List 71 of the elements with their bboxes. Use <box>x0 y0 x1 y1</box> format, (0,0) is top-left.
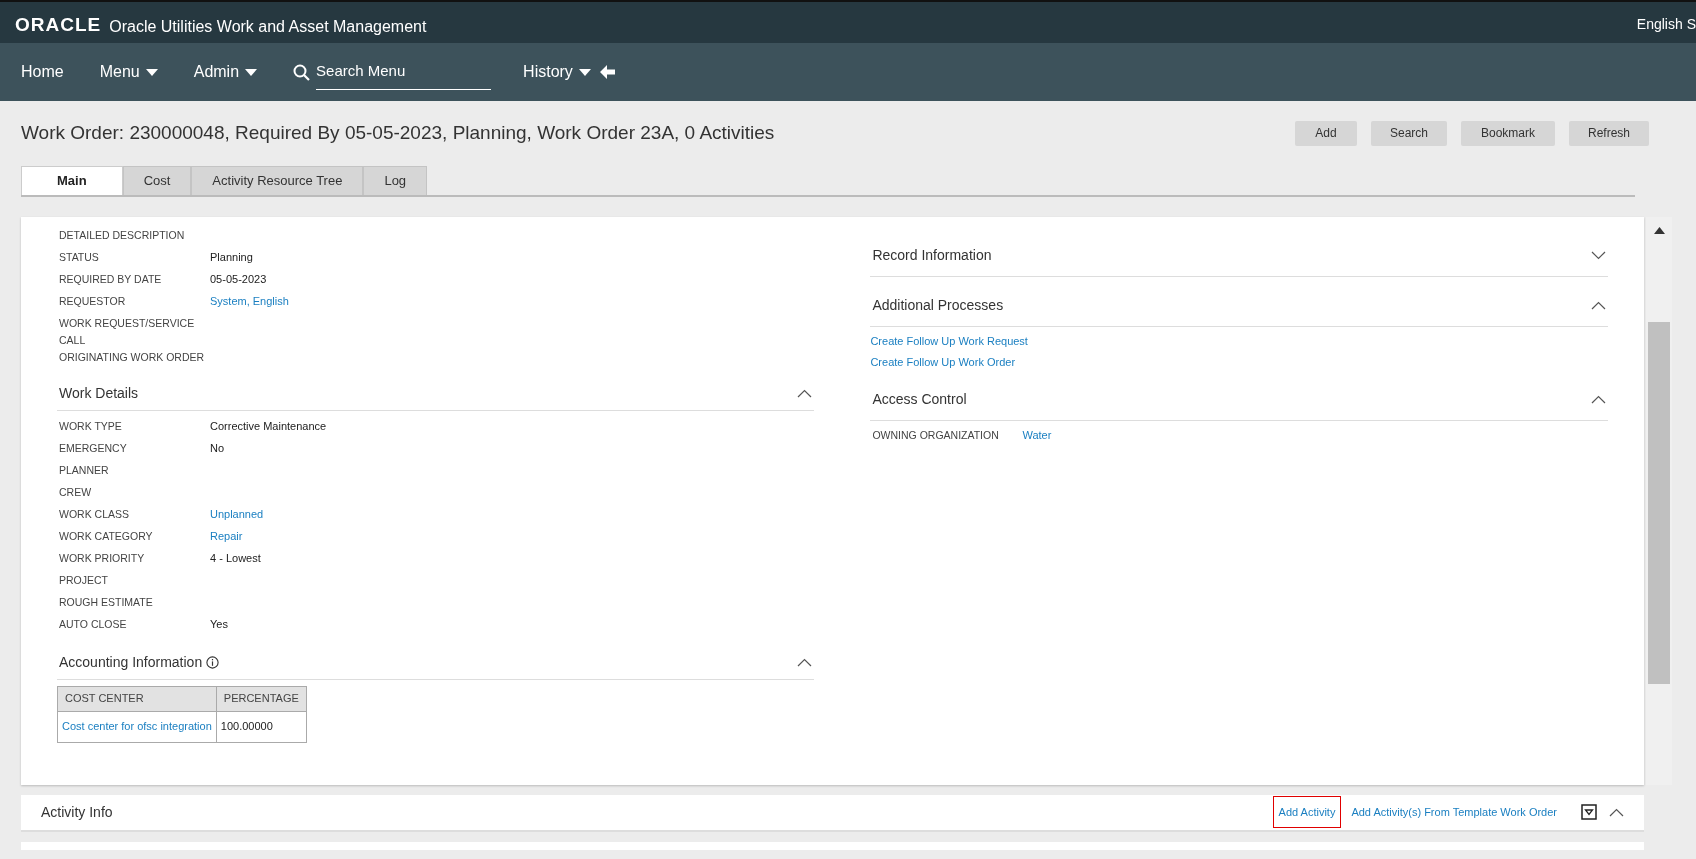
dropdown-box-icon[interactable] <box>1581 804 1597 820</box>
field-value: 05-05-2023 <box>210 271 267 287</box>
toolbar-button[interactable]: Refresh <box>1569 120 1649 146</box>
field-label: ORIGINATING WORK ORDER <box>59 349 206 365</box>
field-label: WORK PRIORITY <box>59 550 146 566</box>
process-link[interactable]: Create Follow Up Work Order <box>870 354 1016 371</box>
brand-logo: ORACLE <box>15 12 102 37</box>
field-value: Yes <box>210 616 228 632</box>
field-label: OWNING ORGANIZATION <box>872 427 1000 443</box>
field-label: AUTO CLOSE <box>59 616 128 632</box>
column-header: COST CENTER <box>57 686 217 711</box>
field-label: WORK CLASS <box>59 506 130 522</box>
column-header: PERCENTAGE <box>216 686 307 711</box>
activity-link[interactable]: Add Activity(s) From Template Work Order <box>1349 803 1559 821</box>
field-label: PLANNER <box>59 462 110 478</box>
nav-menu-item[interactable]: Admin <box>193 60 258 84</box>
tab[interactable]: Activity Resource Tree <box>191 165 364 195</box>
field-label: CREW <box>59 484 93 500</box>
field-link[interactable]: System, English <box>210 292 289 310</box>
field-value: Planning <box>210 249 253 265</box>
tab[interactable]: Cost <box>122 165 192 195</box>
nav-menu-item[interactable]: Home <box>21 60 64 84</box>
toolbar-button[interactable]: Add <box>1295 120 1357 146</box>
field-label: PROJECT <box>59 572 109 588</box>
process-link[interactable]: Create Follow Up Work Request <box>870 332 1028 349</box>
field-label: WORK CATEGORY <box>59 528 154 544</box>
field-value: 4 - Lowest <box>210 550 261 566</box>
field-label: ROUGH ESTIMATE <box>59 594 154 610</box>
field-label: REQUIRED BY DATE <box>59 271 163 287</box>
collapse-chevron-icon[interactable] <box>1591 394 1606 404</box>
table-cell: 100.00000 <box>216 711 307 742</box>
page-title: Work Order: 230000048, Required By 05-05-2023, Planning, Work Order 23A, 0 Activities <box>21 121 775 145</box>
field-link[interactable]: Unplanned <box>210 505 264 523</box>
section-title: Record Information <box>872 245 992 265</box>
table-link[interactable]: Cost center for ofsc integration <box>57 711 217 742</box>
field-label: WORK REQUEST/SERVICE CALL <box>59 315 196 348</box>
section-title: Additional Processes <box>872 295 1004 315</box>
language-menu[interactable]: English S <box>1636 14 1696 35</box>
tab[interactable]: Main <box>21 165 123 195</box>
field-label: WORK TYPE <box>59 418 123 434</box>
section-title: Work Details <box>59 383 139 403</box>
scroll-up-icon[interactable] <box>1654 226 1665 234</box>
field-value: No <box>210 440 225 456</box>
field-label: EMERGENCY <box>59 440 128 456</box>
field-label: STATUS <box>59 249 100 265</box>
field-link[interactable]: Repair <box>210 527 243 545</box>
field-label: DETAILED DESCRIPTION <box>59 227 186 243</box>
collapse-chevron-icon[interactable] <box>797 388 813 398</box>
field-link[interactable]: Water <box>1022 426 1052 444</box>
expand-chevron-icon[interactable] <box>1591 250 1606 260</box>
collapse-chevron-icon[interactable] <box>797 657 813 667</box>
field-label: REQUESTOR <box>59 293 127 309</box>
info-icon[interactable] <box>206 655 220 669</box>
toolbar-button[interactable]: Bookmark <box>1461 120 1555 146</box>
tab[interactable]: Log <box>363 165 428 195</box>
collapse-chevron-icon[interactable] <box>1591 300 1606 310</box>
search-field[interactable]: Search Menu <box>316 60 492 90</box>
section-title: Access Control <box>872 389 967 409</box>
section-title: Activity Info <box>41 802 113 822</box>
field-value: Corrective Maintenance <box>210 418 327 434</box>
collapse-chevron-icon[interactable] <box>1609 807 1624 817</box>
back-arrow-icon[interactable] <box>599 65 615 79</box>
scrollbar[interactable] <box>1646 216 1672 785</box>
toolbar-button[interactable]: Search <box>1371 120 1447 146</box>
history-menu[interactable]: History <box>523 60 591 84</box>
nav-menu-item[interactable]: Menu <box>99 60 158 84</box>
activity-link[interactable]: Add Activity <box>1272 795 1342 829</box>
search-icon <box>293 63 311 81</box>
app-title: Oracle Utilities Work and Asset Management <box>109 17 427 37</box>
scrollbar-thumb[interactable] <box>1648 321 1670 684</box>
section-title: Accounting Information <box>59 652 203 672</box>
